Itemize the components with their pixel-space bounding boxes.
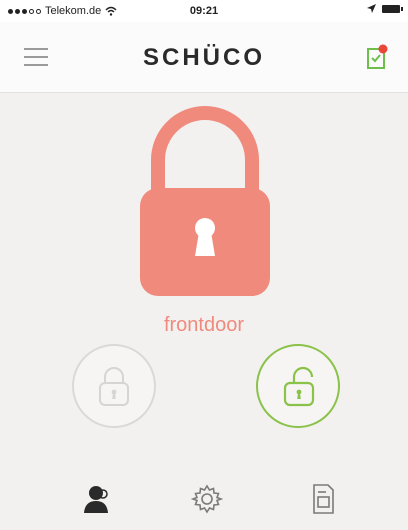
- location-arrow-icon: [367, 4, 376, 13]
- brand-logo: SCHÜCO: [142, 44, 265, 71]
- user-icon[interactable]: [80, 482, 114, 516]
- bottom-tab-bar: [0, 468, 408, 530]
- battery-icon: [382, 4, 403, 13]
- document-badge-icon[interactable]: [366, 44, 388, 70]
- top-navigation-bar: SCHÜCO: [0, 22, 408, 93]
- status-right: [367, 4, 403, 13]
- lock-shackle: [151, 106, 259, 196]
- lock-name: frontdoor: [163, 314, 245, 336]
- status-time: 09:21: [189, 5, 219, 17]
- lock-status-icon[interactable]: [130, 100, 280, 300]
- status-bar: Telekom.de 09:21: [0, 0, 408, 22]
- document-icon[interactable]: [306, 482, 340, 516]
- padlock-closed-icon: [99, 367, 129, 406]
- lock-button[interactable]: [72, 344, 156, 428]
- unlock-button[interactable]: [256, 344, 340, 428]
- padlock-open-icon: [283, 366, 315, 407]
- gear-icon[interactable]: [190, 482, 224, 516]
